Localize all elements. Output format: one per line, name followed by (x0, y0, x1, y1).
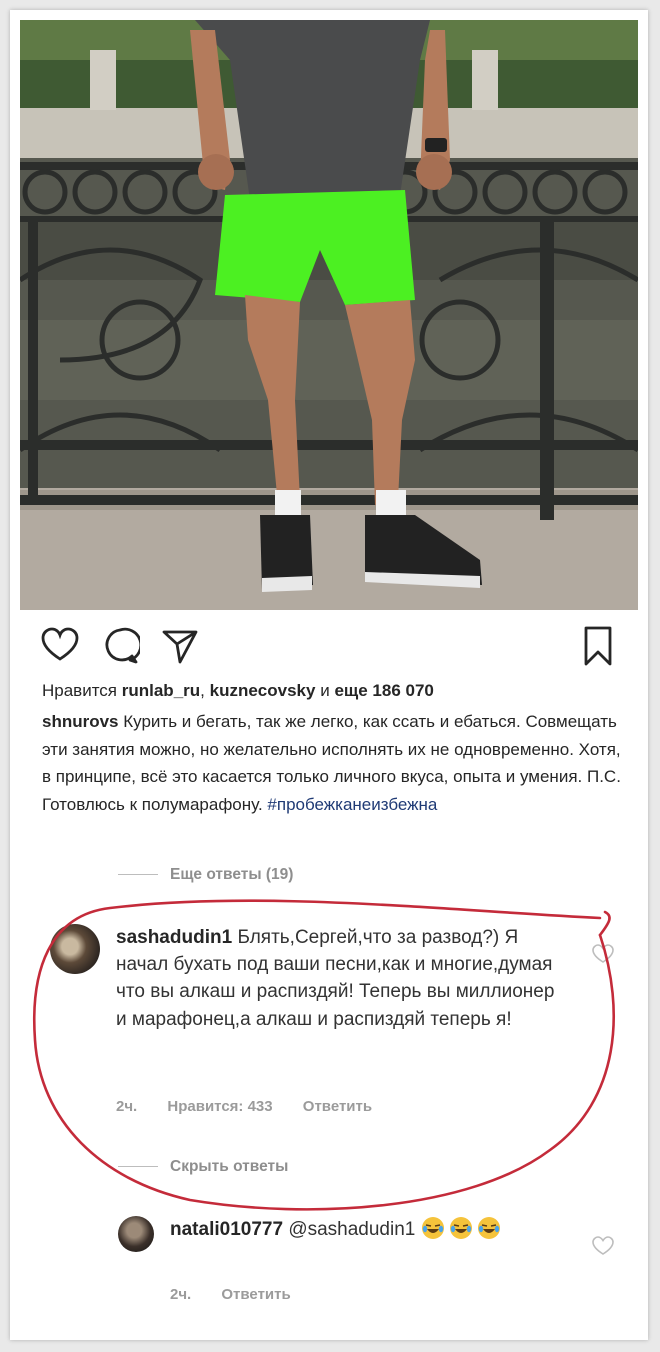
reply-reply-button[interactable]: Ответить (221, 1286, 290, 1303)
heart-icon[interactable] (40, 626, 80, 666)
more-replies-link[interactable]: Еще ответы (19) (118, 866, 293, 884)
likes-line[interactable]: Нравится runlab_ru, kuznecovsky и еще 18… (42, 678, 622, 704)
likes-prefix: Нравится (42, 681, 118, 700)
comment-like-heart-icon[interactable] (592, 944, 614, 964)
post-photo[interactable] (20, 20, 638, 610)
screenshot-frame: Нравится runlab_ru, kuznecovsky и еще 18… (10, 10, 648, 1340)
avatar[interactable] (118, 1216, 154, 1252)
laughing-tears-emoji-icon (477, 1216, 501, 1240)
comment-like-count[interactable]: Нравится: 433 (167, 1098, 272, 1115)
likes-and: и (320, 681, 330, 700)
liker-user-kuznecovsky[interactable]: kuznecovsky (210, 681, 316, 700)
likes-count[interactable]: еще 186 070 (334, 681, 433, 700)
bookmark-icon[interactable] (578, 626, 618, 666)
post-caption: shnurovs Курить и бегать, так же легко, … (42, 708, 627, 818)
comment-reply-button[interactable]: Ответить (303, 1098, 372, 1115)
comment-bubble-icon[interactable] (100, 626, 143, 666)
liker-user-runlab[interactable]: runlab_ru (122, 681, 200, 700)
reply-text-block: natali010777 @sashadudin1 (170, 1216, 570, 1244)
comment-text-block: sashadudin1 Блять,Сергей,что за развод?)… (116, 924, 566, 1033)
reply-meta: 2ч. Ответить (170, 1286, 317, 1303)
caption-hashtag[interactable]: #пробежканеизбежна (267, 795, 437, 814)
comment-meta: 2ч. Нравится: 433 Ответить (116, 1098, 398, 1115)
divider-line (118, 874, 158, 876)
comment-time: 2ч. (116, 1098, 138, 1115)
hide-replies-link[interactable]: Скрыть ответы (118, 1158, 288, 1176)
laughing-tears-emoji-icon (449, 1216, 473, 1240)
reply-like-heart-icon[interactable] (592, 1236, 614, 1256)
reply-username[interactable]: natali010777 (170, 1219, 283, 1240)
post-actions-bar (10, 626, 648, 670)
likes-separator: , (200, 681, 205, 700)
divider-line (118, 1166, 158, 1168)
comment-username[interactable]: sashadudin1 (116, 927, 232, 948)
more-replies-label: Еще ответы (19) (170, 866, 294, 883)
caption-username[interactable]: shnurovs (42, 712, 119, 731)
avatar[interactable] (50, 924, 100, 974)
paper-plane-icon[interactable] (160, 626, 200, 666)
hide-replies-label: Скрыть ответы (170, 1158, 289, 1175)
laughing-tears-emoji-icon (421, 1216, 445, 1240)
reply-time: 2ч. (170, 1286, 192, 1303)
reply-mention[interactable]: @sashadudin1 (288, 1219, 415, 1240)
